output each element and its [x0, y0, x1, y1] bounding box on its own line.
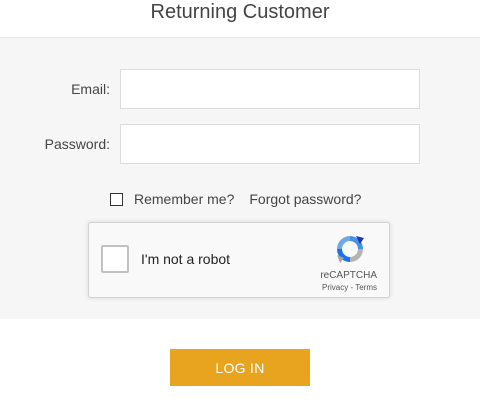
recaptcha-links: Privacy - Terms [322, 283, 377, 292]
remember-me-label[interactable]: Remember me? [134, 191, 234, 207]
log-in-button[interactable]: LOG IN [170, 349, 310, 386]
remember-row: Remember me? Forgot password? [110, 190, 361, 208]
password-field[interactable] [120, 124, 420, 164]
password-label: Password: [44, 136, 110, 152]
page-title: Returning Customer [0, 0, 480, 38]
email-label: Email: [71, 81, 110, 97]
recaptcha-label: I'm not a robot [141, 251, 231, 267]
login-page: Returning Customer Email: Password: Reme… [0, 0, 480, 417]
recaptcha-privacy-link[interactable]: Privacy [322, 283, 348, 292]
forgot-password-link[interactable]: Forgot password? [249, 191, 361, 207]
recaptcha-terms-link[interactable]: Terms [355, 283, 377, 292]
recaptcha-widget: I'm not a robot reCAPTCHA Privacy - Term… [88, 222, 390, 298]
remember-me-checkbox[interactable] [110, 192, 123, 206]
email-field[interactable] [120, 69, 420, 109]
recaptcha-logo-icon [337, 236, 364, 263]
recaptcha-brand: reCAPTCHA [320, 270, 377, 281]
login-form-panel: Email: Password: Remember me? Forgot pas… [0, 38, 480, 319]
recaptcha-checkbox[interactable] [101, 245, 129, 273]
